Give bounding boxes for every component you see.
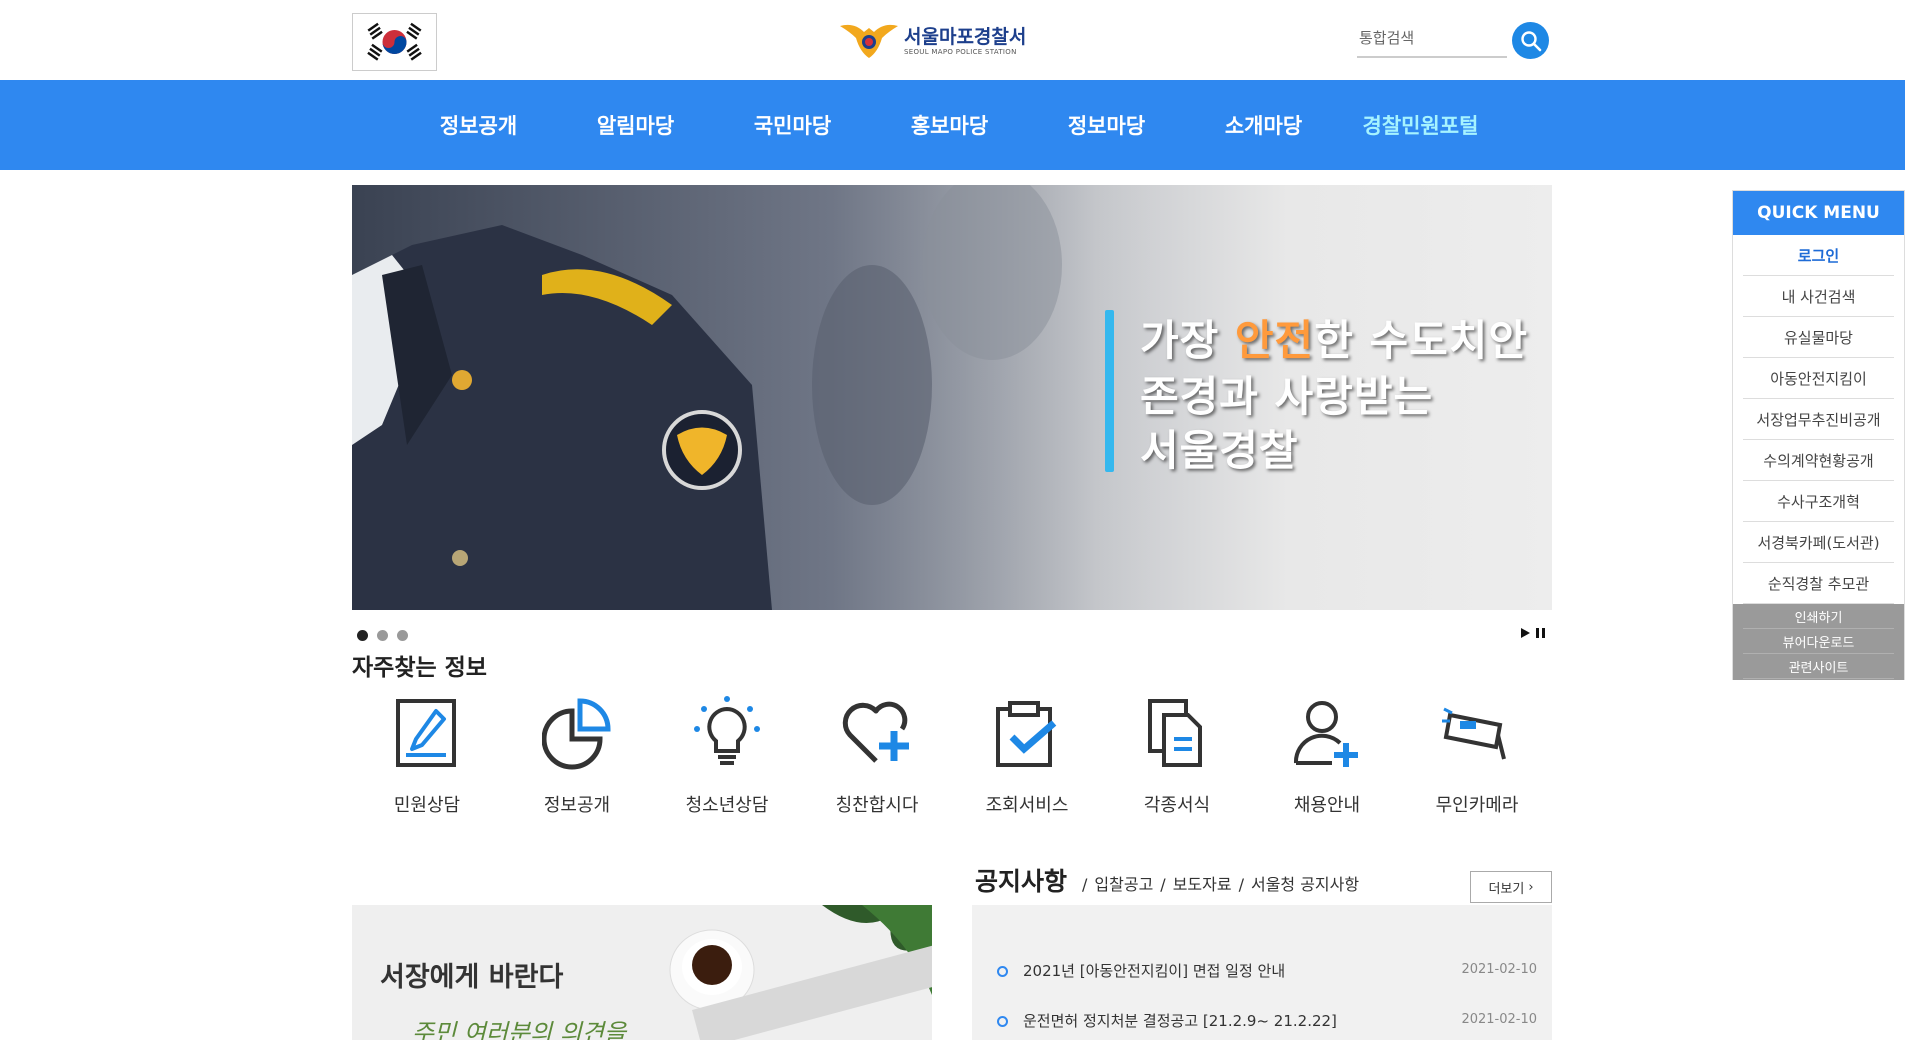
bullet-icon xyxy=(997,966,1008,977)
quick-item-lost-found[interactable]: 유실물마당 xyxy=(1743,317,1894,358)
banner-pagination xyxy=(357,630,408,641)
frequent-item-forms[interactable]: 각종서식 xyxy=(1102,695,1252,825)
police-officer-image xyxy=(352,185,1152,610)
frequent-info-title: 자주찾는 정보 xyxy=(352,655,487,681)
tab-seoul-notice[interactable]: 서울청 공지사항 xyxy=(1251,871,1359,895)
police-emblem-icon xyxy=(840,24,898,58)
quick-item-login[interactable]: 로그인 xyxy=(1743,235,1894,276)
banner-dot-1[interactable] xyxy=(357,630,368,641)
frequent-item-label: 조회서비스 xyxy=(985,795,1069,816)
notice-row-title: 운전면허 정지처분 결정공고 [21.2.9~ 21.2.22] xyxy=(1023,1012,1337,1030)
quick-item-investigation-reform[interactable]: 수사구조개혁 xyxy=(1743,481,1894,522)
quick-menu-title: QUICK MENU xyxy=(1733,191,1904,235)
main-banner[interactable]: 가장 안전한 수도치안 존경과 사랑받는 서울경찰 xyxy=(352,185,1552,610)
user-plus-icon xyxy=(1293,701,1358,767)
quick-item-contract-disclosure[interactable]: 수의계약현황공개 xyxy=(1743,440,1894,481)
quick-item-my-case[interactable]: 내 사건검색 xyxy=(1743,276,1894,317)
nav-item-citizen[interactable]: 국민마당 xyxy=(714,80,871,170)
main-navigation: 정보공개 알림마당 국민마당 홍보마당 정보마당 소개마당 경찰민원포털 xyxy=(0,80,1905,170)
quick-item-memorial[interactable]: 순직경찰 추모관 xyxy=(1743,563,1894,604)
more-button[interactable]: 더보기 › xyxy=(1470,871,1552,903)
quick-item-child-safety[interactable]: 아동안전지킴이 xyxy=(1743,358,1894,399)
nav-item-civil-portal[interactable]: 경찰민원포털 xyxy=(1342,80,1499,170)
play-icon[interactable] xyxy=(1520,627,1531,639)
nav-item-notices[interactable]: 알림마당 xyxy=(557,80,714,170)
chief-banner-subtitle: 주민 여러분의 의견을 xyxy=(412,1019,626,1040)
banner-headline-3: 서울경찰 xyxy=(1140,426,1299,475)
clipboard-check-icon xyxy=(996,701,1057,767)
frequent-item-label: 민원상담 xyxy=(393,795,461,816)
pie-chart-icon xyxy=(542,698,611,770)
search-input[interactable] xyxy=(1357,20,1507,56)
banner-headline-2: 존경과 사랑받는 xyxy=(1140,372,1434,421)
frequent-item-civil-consult[interactable]: 민원상담 xyxy=(352,695,502,825)
related-sites-link[interactable]: 관련사이트 xyxy=(1743,654,1894,679)
notice-title[interactable]: 공지사항 xyxy=(975,862,1067,898)
nav-item-info-disclosure[interactable]: 정보공개 xyxy=(400,80,557,170)
notice-row[interactable]: 2021년 [아동안전지킴이] 면접 일정 안내 2021-02-10 xyxy=(997,960,1537,984)
notice-header: 공지사항 / 입찰공고 / 보도자료 / 서울청 공지사항 xyxy=(975,862,1359,902)
site-logo[interactable]: 서울마포경찰서 SEOUL MAPO POLICE STATION xyxy=(838,18,1038,62)
header: 서울마포경찰서 SEOUL MAPO POLICE STATION xyxy=(0,0,1905,80)
notice-list: 2021년 [아동안전지킴이] 면접 일정 안내 2021-02-10 운전면허… xyxy=(972,905,1552,1040)
search-button[interactable] xyxy=(1512,22,1549,59)
search-icon xyxy=(1520,30,1541,51)
search-box xyxy=(1357,20,1507,58)
pause-icon[interactable] xyxy=(1535,627,1546,639)
notice-row[interactable]: 운전면허 정지처분 결정공고 [21.2.9~ 21.2.22] 2021-02… xyxy=(997,1010,1537,1034)
korea-flag-icon[interactable] xyxy=(352,13,437,71)
banner-headline-1: 가장 안전한 수도치안 xyxy=(1140,316,1529,365)
notice-row-title: 2021년 [아동안전지킴이] 면접 일정 안내 xyxy=(1023,962,1286,980)
tab-bid-notice[interactable]: 입찰공고 xyxy=(1094,871,1153,895)
viewer-download-link[interactable]: 뷰어다운로드 xyxy=(1743,629,1894,654)
chief-suggestion-banner[interactable]: 서장에게 바란다 주민 여러분의 의견을 xyxy=(352,905,932,1040)
banner-controls xyxy=(1520,627,1546,639)
frequent-item-speed-camera[interactable]: 무인카메라 xyxy=(1402,695,1552,825)
frequent-item-label: 각종서식 xyxy=(1143,795,1211,816)
quick-menu: QUICK MENU 로그인 내 사건검색 유실물마당 아동안전지킴이 서장업무… xyxy=(1732,190,1905,680)
banner-dot-3[interactable] xyxy=(397,630,408,641)
frequent-item-praise[interactable]: 칭찬합시다 xyxy=(802,695,952,825)
chevron-right-icon: › xyxy=(1528,879,1534,895)
pencil-document-icon xyxy=(396,699,456,767)
page: 서울마포경찰서 SEOUL MAPO POLICE STATION 정보공개 알… xyxy=(0,0,1905,1040)
chief-banner-title: 서장에게 바란다 xyxy=(380,962,564,993)
banner-dot-2[interactable] xyxy=(377,630,388,641)
frequent-item-label: 청소년상담 xyxy=(685,795,769,816)
frequent-info-list: 민원상담 정보공개 청소년상담 칭찬합시다 조회서비스 각종서식 채용안내 무인… xyxy=(352,695,1552,825)
lightbulb-icon xyxy=(694,696,760,765)
logo-title: 서울마포경찰서 xyxy=(904,26,1027,48)
frequent-item-recruitment[interactable]: 채용안내 xyxy=(1252,695,1402,825)
camera-icon xyxy=(1442,707,1506,760)
heart-plus-icon xyxy=(842,701,909,763)
quick-menu-list: 로그인 내 사건검색 유실물마당 아동안전지킴이 서장업무추진비공개 수의계약현… xyxy=(1733,235,1904,604)
nav-item-pr[interactable]: 홍보마당 xyxy=(871,80,1028,170)
documents-icon xyxy=(1148,699,1202,767)
frequent-item-label: 정보공개 xyxy=(543,795,611,816)
nav-item-information[interactable]: 정보마당 xyxy=(1028,80,1185,170)
notice-row-date: 2021-02-10 xyxy=(1461,1012,1537,1027)
frequent-item-lookup-service[interactable]: 조회서비스 xyxy=(952,695,1102,825)
frequent-item-youth-consult[interactable]: 청소년상담 xyxy=(652,695,802,825)
notice-row-date: 2021-02-10 xyxy=(1461,962,1537,977)
quick-item-book-cafe[interactable]: 서경북카페(도서관) xyxy=(1743,522,1894,563)
bullet-icon xyxy=(997,1016,1008,1027)
banner-accent-bar xyxy=(1105,310,1114,472)
print-link[interactable]: 인쇄하기 xyxy=(1743,604,1894,629)
frequent-item-label: 채용안내 xyxy=(1293,795,1361,816)
nav-item-introduction[interactable]: 소개마당 xyxy=(1185,80,1342,170)
frequent-item-label: 칭찬합시다 xyxy=(835,795,919,816)
frequent-item-info-disclosure[interactable]: 정보공개 xyxy=(502,695,652,825)
coffee-cup-image xyxy=(669,905,932,1040)
tab-press-release[interactable]: 보도자료 xyxy=(1173,871,1232,895)
quick-menu-footer: 인쇄하기 뷰어다운로드 관련사이트 xyxy=(1733,604,1904,680)
quick-item-expense-disclosure[interactable]: 서장업무추진비공개 xyxy=(1743,399,1894,440)
frequent-item-label: 무인카메라 xyxy=(1435,795,1519,816)
logo-subtitle: SEOUL MAPO POLICE STATION xyxy=(904,48,1017,56)
